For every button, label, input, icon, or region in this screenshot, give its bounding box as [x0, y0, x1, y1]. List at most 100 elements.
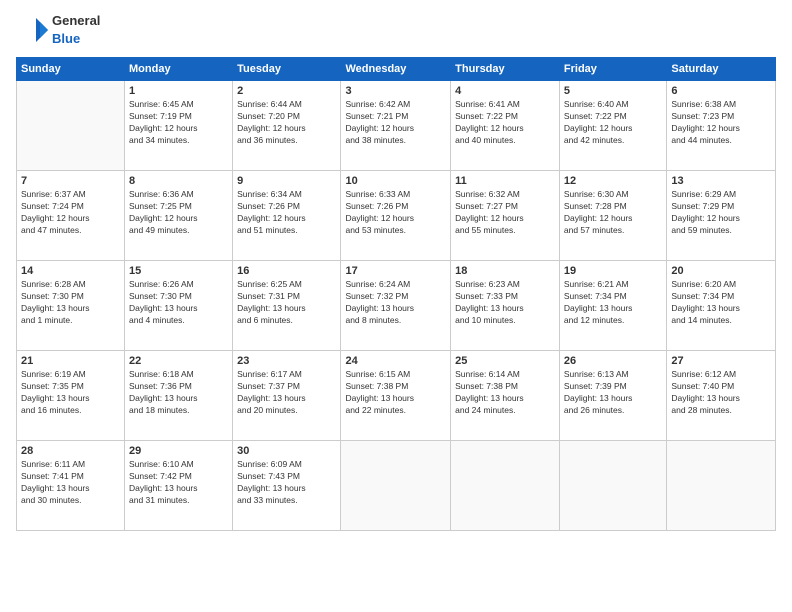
- header: General Blue: [16, 12, 776, 47]
- calendar-cell: 22 Sunrise: 6:18 AMSunset: 7:36 PMDayligh…: [125, 351, 233, 441]
- calendar-cell: [559, 441, 666, 531]
- calendar-cell: [451, 441, 560, 531]
- calendar-cell: [667, 441, 776, 531]
- calendar-cell: 24 Sunrise: 6:15 AMSunset: 7:38 PMDayligh…: [341, 351, 451, 441]
- day-info: Sunrise: 6:12 AMSunset: 7:40 PMDaylight:…: [671, 369, 771, 417]
- day-number: 25: [455, 355, 555, 367]
- calendar-cell: 12Sunrise: 6:30 AMSunset: 7:28 PMDayligh…: [559, 171, 666, 261]
- day-info: Sunrise: 6:28 AMSunset: 7:30 PMDaylight:…: [21, 279, 120, 327]
- calendar-week-row: 1 Sunrise: 6:45 AMSunset: 7:19 PMDaylight…: [17, 81, 776, 171]
- calendar-cell: [17, 81, 125, 171]
- day-number: 4: [455, 85, 555, 97]
- day-number: 26: [564, 355, 662, 367]
- calendar-cell: 1 Sunrise: 6:45 AMSunset: 7:19 PMDaylight…: [125, 81, 233, 171]
- calendar-cell: 18 Sunrise: 6:23 AMSunset: 7:33 PMDayligh…: [451, 261, 560, 351]
- day-info: Sunrise: 6:10 AMSunset: 7:42 PMDaylight:…: [129, 459, 228, 507]
- calendar-cell: 4 Sunrise: 6:41 AMSunset: 7:22 PMDaylight…: [451, 81, 560, 171]
- day-number: 24: [345, 355, 446, 367]
- day-number: 18: [455, 265, 555, 277]
- day-info: Sunrise: 6:20 AMSunset: 7:34 PMDaylight:…: [671, 279, 771, 327]
- day-number: 1: [129, 85, 228, 97]
- day-of-week-header: Monday: [125, 58, 233, 81]
- calendar-week-row: 28Sunrise: 6:11 AMSunset: 7:41 PMDayligh…: [17, 441, 776, 531]
- day-info: Sunrise: 6:24 AMSunset: 7:32 PMDaylight:…: [345, 279, 446, 327]
- calendar-cell: 27 Sunrise: 6:12 AMSunset: 7:40 PMDayligh…: [667, 351, 776, 441]
- day-number: 21: [21, 355, 120, 367]
- day-number: 16: [237, 265, 336, 277]
- day-info: Sunrise: 6:13 AMSunset: 7:39 PMDaylight:…: [564, 369, 662, 417]
- day-number: 8: [129, 175, 228, 187]
- calendar-cell: 6Sunrise: 6:38 AMSunset: 7:23 PMDaylight…: [667, 81, 776, 171]
- calendar-cell: [341, 441, 451, 531]
- day-number: 11: [455, 175, 555, 187]
- day-number: 3: [345, 85, 446, 97]
- day-number: 30: [237, 445, 336, 457]
- calendar-cell: 28Sunrise: 6:11 AMSunset: 7:41 PMDayligh…: [17, 441, 125, 531]
- day-info: Sunrise: 6:17 AMSunset: 7:37 PMDaylight:…: [237, 369, 336, 417]
- day-number: 22: [129, 355, 228, 367]
- day-info: Sunrise: 6:18 AMSunset: 7:36 PMDaylight:…: [129, 369, 228, 417]
- day-info: Sunrise: 6:09 AMSunset: 7:43 PMDaylight:…: [237, 459, 336, 507]
- day-info: Sunrise: 6:42 AMSunset: 7:21 PMDaylight:…: [345, 99, 446, 147]
- day-info: Sunrise: 6:32 AMSunset: 7:27 PMDaylight:…: [455, 189, 555, 237]
- calendar-cell: 3 Sunrise: 6:42 AMSunset: 7:21 PMDaylight…: [341, 81, 451, 171]
- day-of-week-header: Thursday: [451, 58, 560, 81]
- calendar-cell: 8Sunrise: 6:36 AMSunset: 7:25 PMDaylight…: [125, 171, 233, 261]
- calendar: SundayMondayTuesdayWednesdayThursdayFrid…: [16, 57, 776, 531]
- day-info: Sunrise: 6:25 AMSunset: 7:31 PMDaylight:…: [237, 279, 336, 327]
- day-info: Sunrise: 6:14 AMSunset: 7:38 PMDaylight:…: [455, 369, 555, 417]
- day-number: 23: [237, 355, 336, 367]
- calendar-cell: 19 Sunrise: 6:21 AMSunset: 7:34 PMDayligh…: [559, 261, 666, 351]
- calendar-cell: 5 Sunrise: 6:40 AMSunset: 7:22 PMDaylight…: [559, 81, 666, 171]
- day-number: 19: [564, 265, 662, 277]
- day-of-week-header: Sunday: [17, 58, 125, 81]
- calendar-week-row: 14Sunrise: 6:28 AMSunset: 7:30 PMDayligh…: [17, 261, 776, 351]
- logo-svg: [16, 14, 48, 46]
- day-number: 12: [564, 175, 662, 187]
- logo-general-text: General: [52, 13, 100, 28]
- day-info: Sunrise: 6:41 AMSunset: 7:22 PMDaylight:…: [455, 99, 555, 147]
- calendar-cell: 30 Sunrise: 6:09 AMSunset: 7:43 PMDayligh…: [233, 441, 341, 531]
- calendar-cell: 20Sunrise: 6:20 AMSunset: 7:34 PMDayligh…: [667, 261, 776, 351]
- calendar-cell: 11 Sunrise: 6:32 AMSunset: 7:27 PMDayligh…: [451, 171, 560, 261]
- day-info: Sunrise: 6:33 AMSunset: 7:26 PMDaylight:…: [345, 189, 446, 237]
- day-info: Sunrise: 6:15 AMSunset: 7:38 PMDaylight:…: [345, 369, 446, 417]
- day-number: 2: [237, 85, 336, 97]
- day-info: Sunrise: 6:19 AMSunset: 7:35 PMDaylight:…: [21, 369, 120, 417]
- calendar-cell: 10Sunrise: 6:33 AMSunset: 7:26 PMDayligh…: [341, 171, 451, 261]
- day-number: 5: [564, 85, 662, 97]
- day-info: Sunrise: 6:37 AMSunset: 7:24 PMDaylight:…: [21, 189, 120, 237]
- calendar-cell: 29 Sunrise: 6:10 AMSunset: 7:42 PMDayligh…: [125, 441, 233, 531]
- calendar-cell: 21 Sunrise: 6:19 AMSunset: 7:35 PMDayligh…: [17, 351, 125, 441]
- day-of-week-header: Tuesday: [233, 58, 341, 81]
- day-number: 13: [671, 175, 771, 187]
- calendar-cell: 25 Sunrise: 6:14 AMSunset: 7:38 PMDayligh…: [451, 351, 560, 441]
- calendar-cell: 17 Sunrise: 6:24 AMSunset: 7:32 PMDayligh…: [341, 261, 451, 351]
- day-info: Sunrise: 6:45 AMSunset: 7:19 PMDaylight:…: [129, 99, 228, 147]
- day-of-week-header: Wednesday: [341, 58, 451, 81]
- day-info: Sunrise: 6:11 AMSunset: 7:41 PMDaylight:…: [21, 459, 120, 507]
- calendar-header-row: SundayMondayTuesdayWednesdayThursdayFrid…: [17, 58, 776, 81]
- day-number: 15: [129, 265, 228, 277]
- calendar-cell: 26 Sunrise: 6:13 AMSunset: 7:39 PMDayligh…: [559, 351, 666, 441]
- calendar-cell: 14Sunrise: 6:28 AMSunset: 7:30 PMDayligh…: [17, 261, 125, 351]
- calendar-week-row: 21 Sunrise: 6:19 AMSunset: 7:35 PMDayligh…: [17, 351, 776, 441]
- day-number: 29: [129, 445, 228, 457]
- calendar-cell: 7Sunrise: 6:37 AMSunset: 7:24 PMDaylight…: [17, 171, 125, 261]
- day-info: Sunrise: 6:23 AMSunset: 7:33 PMDaylight:…: [455, 279, 555, 327]
- calendar-cell: 15Sunrise: 6:26 AMSunset: 7:30 PMDayligh…: [125, 261, 233, 351]
- day-info: Sunrise: 6:29 AMSunset: 7:29 PMDaylight:…: [671, 189, 771, 237]
- calendar-cell: 9 Sunrise: 6:34 AMSunset: 7:26 PMDaylight…: [233, 171, 341, 261]
- calendar-cell: 16 Sunrise: 6:25 AMSunset: 7:31 PMDayligh…: [233, 261, 341, 351]
- day-of-week-header: Friday: [559, 58, 666, 81]
- day-info: Sunrise: 6:40 AMSunset: 7:22 PMDaylight:…: [564, 99, 662, 147]
- day-number: 27: [671, 355, 771, 367]
- day-info: Sunrise: 6:21 AMSunset: 7:34 PMDaylight:…: [564, 279, 662, 327]
- calendar-body: 1 Sunrise: 6:45 AMSunset: 7:19 PMDaylight…: [17, 81, 776, 531]
- day-number: 9: [237, 175, 336, 187]
- day-of-week-header: Saturday: [667, 58, 776, 81]
- day-number: 17: [345, 265, 446, 277]
- day-info: Sunrise: 6:34 AMSunset: 7:26 PMDaylight:…: [237, 189, 336, 237]
- calendar-cell: 13 Sunrise: 6:29 AMSunset: 7:29 PMDayligh…: [667, 171, 776, 261]
- day-info: Sunrise: 6:38 AMSunset: 7:23 PMDaylight:…: [671, 99, 771, 147]
